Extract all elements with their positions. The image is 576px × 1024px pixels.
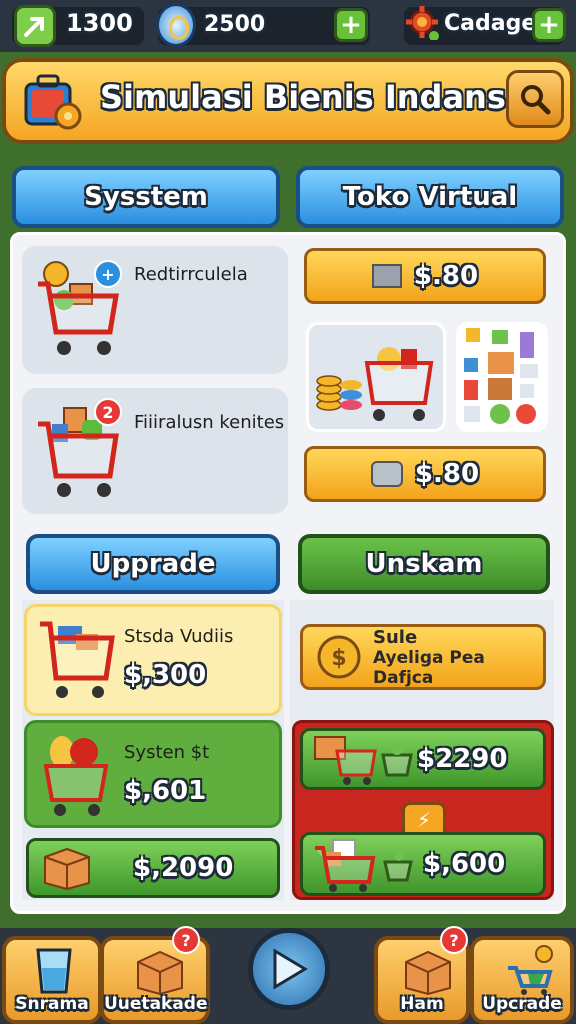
resource2-value: 2500 bbox=[204, 12, 266, 37]
store-product-card[interactable] bbox=[306, 322, 446, 432]
tab-system-label: Sysstem bbox=[84, 182, 208, 212]
nav-item-snrama[interactable]: Snrama bbox=[2, 936, 102, 1024]
upgrade-label: Stsda Vudiis bbox=[124, 626, 234, 647]
offer-price: $2290 bbox=[417, 744, 508, 774]
box-icon bbox=[41, 845, 93, 891]
tab-upgrade-label: Upprade bbox=[90, 549, 216, 579]
tab-upgrade[interactable]: Upprade bbox=[26, 534, 280, 594]
tab-unskam-label: Unskam bbox=[365, 549, 483, 579]
buy-price: $.80 bbox=[413, 261, 479, 291]
upgrade-price: $,2090 bbox=[133, 853, 234, 883]
upgrade-price: $,601 bbox=[124, 776, 207, 806]
nav-badge: ? bbox=[440, 926, 468, 954]
tab-unskam[interactable]: Unskam bbox=[298, 534, 550, 594]
upgrade-price: $,300 bbox=[124, 660, 207, 690]
page-title: Simulasi Bienis Indansia bbox=[100, 78, 539, 116]
gem-icon bbox=[156, 3, 196, 47]
gear-icon bbox=[404, 4, 440, 41]
arrow-up-icon bbox=[14, 5, 56, 47]
nav-item-upcrade[interactable]: Upcrade bbox=[470, 936, 574, 1024]
fruit-cart-icon bbox=[40, 730, 112, 818]
play-icon bbox=[273, 948, 308, 990]
add-cadagee-button[interactable]: + bbox=[532, 8, 566, 42]
item-badge: + bbox=[94, 260, 122, 288]
coins-cart-icon bbox=[316, 347, 434, 421]
cart-icon bbox=[309, 836, 413, 892]
box-icon bbox=[402, 948, 454, 996]
upgrade-buy-button[interactable]: $,2090 bbox=[26, 838, 280, 898]
resource1-value: 1300 bbox=[66, 9, 133, 37]
item-badge: 2 bbox=[94, 398, 122, 426]
cart-icon bbox=[504, 944, 556, 996]
store-product-card[interactable] bbox=[456, 322, 548, 432]
promo-subtitle: Ayeliga Pea Dafjca bbox=[373, 647, 485, 688]
promo-card[interactable]: $ Sule Ayeliga Pea Dafjca bbox=[300, 624, 546, 690]
promo-title: Sule bbox=[373, 626, 418, 648]
item-label: Fiiiralusn kenites bbox=[134, 412, 285, 433]
offer-price: $,600 bbox=[423, 849, 506, 879]
products-grid-icon bbox=[464, 328, 538, 424]
pipe-icon bbox=[370, 461, 403, 487]
search-icon bbox=[521, 85, 551, 115]
nav-badge: ? bbox=[172, 926, 200, 954]
nav-label: Ham bbox=[400, 994, 444, 1014]
cup-icon bbox=[34, 946, 74, 996]
add-coins-button[interactable]: + bbox=[334, 8, 368, 42]
coin-icon: $ bbox=[315, 633, 363, 681]
shopping-cart-icon bbox=[36, 608, 116, 704]
offer-button[interactable]: $2290 bbox=[300, 728, 546, 790]
item-label: Redtirrculela bbox=[134, 264, 248, 285]
buy-button[interactable]: $.80 bbox=[304, 446, 546, 502]
tab-system[interactable]: Sysstem bbox=[12, 166, 280, 228]
offer-button[interactable]: $,600 bbox=[300, 832, 546, 896]
ingot-icon bbox=[371, 264, 402, 288]
nav-label: Uuetakade bbox=[104, 994, 208, 1014]
box-cart-icon bbox=[309, 731, 413, 787]
tab-virtual-store[interactable]: Toko Virtual bbox=[296, 166, 564, 228]
box-icon bbox=[134, 948, 186, 996]
search-button[interactable] bbox=[506, 70, 564, 128]
play-button[interactable] bbox=[248, 928, 330, 1010]
tab-virtual-store-label: Toko Virtual bbox=[342, 182, 518, 212]
nav-label: Upcrade bbox=[482, 994, 562, 1014]
buy-button[interactable]: $.80 bbox=[304, 248, 546, 304]
briefcase-icon bbox=[22, 70, 88, 134]
nav-label: Snrama bbox=[15, 994, 89, 1014]
buy-price: $.80 bbox=[414, 459, 480, 489]
svg-text:$: $ bbox=[331, 646, 346, 671]
upgrade-label: Systen $t bbox=[124, 742, 210, 763]
